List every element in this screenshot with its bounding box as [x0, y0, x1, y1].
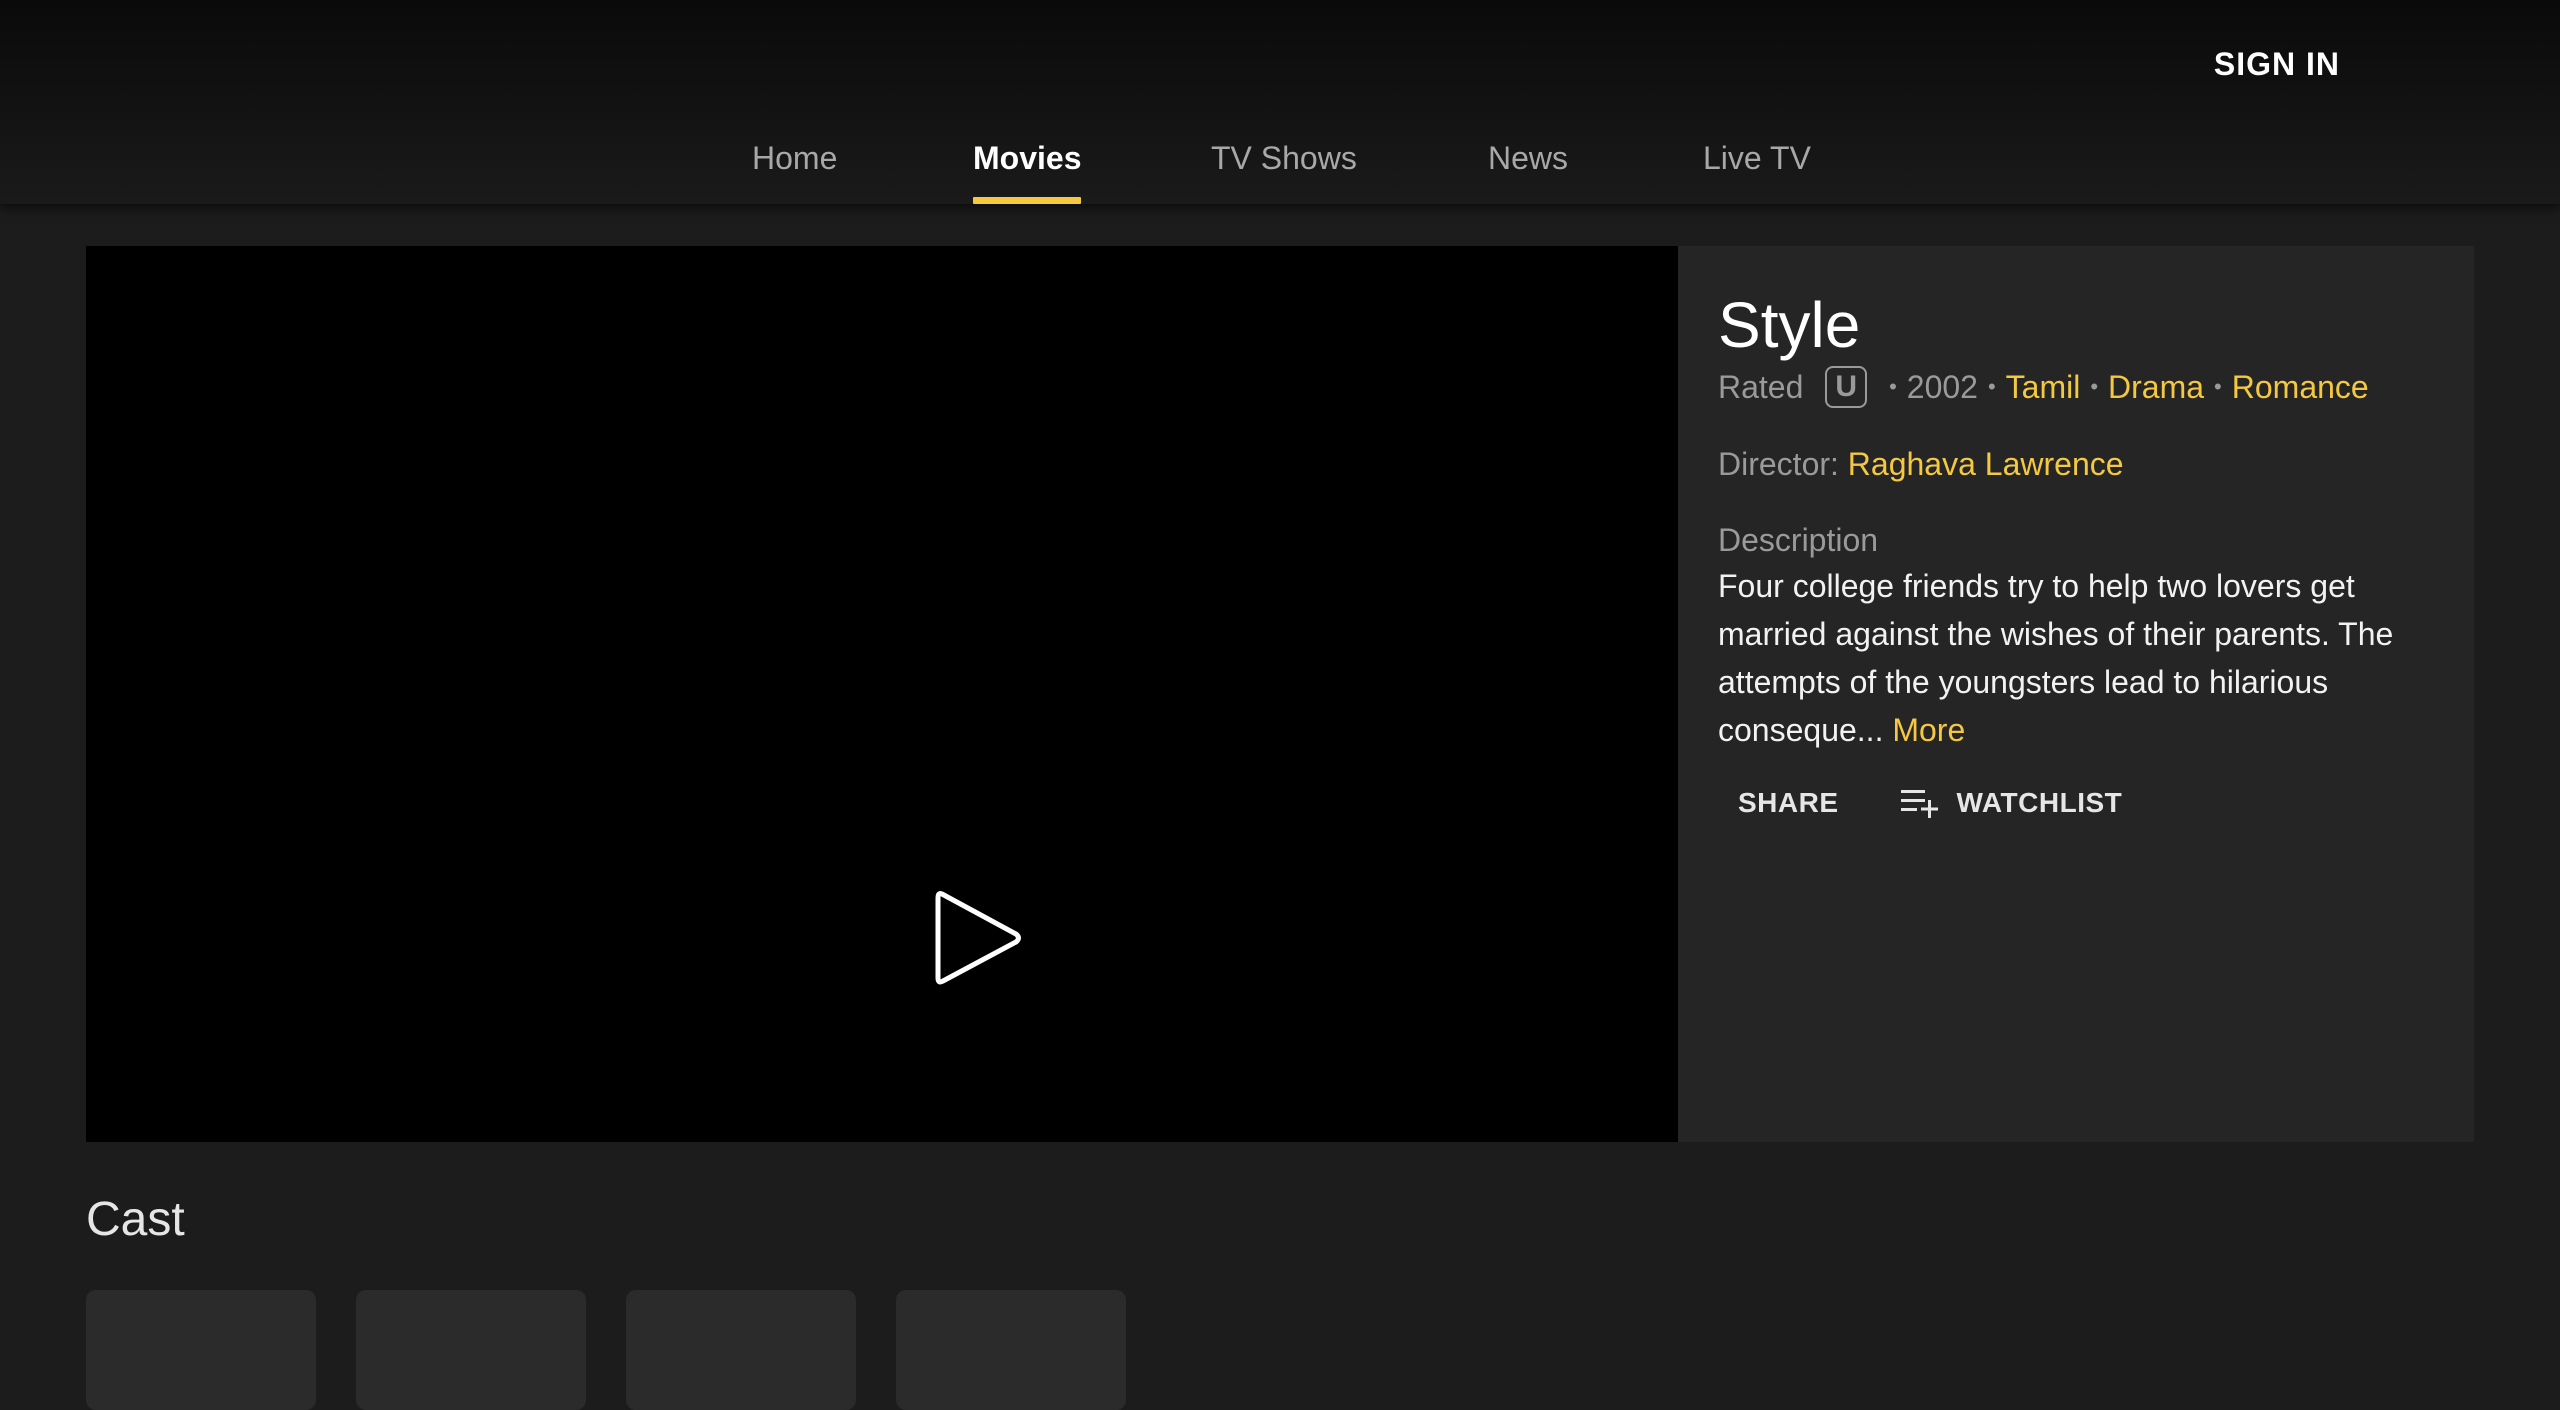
movie-details-panel: Style Rated U • 2002 • Tamil • Drama • R… — [1678, 246, 2474, 1142]
director-link[interactable]: Raghava Lawrence — [1848, 446, 2124, 482]
release-year: 2002 — [1906, 368, 1978, 405]
active-tab-indicator — [973, 197, 1082, 204]
genre-link-romance[interactable]: Romance — [2232, 369, 2369, 406]
playlist-add-icon — [1900, 790, 1938, 818]
nav-tab-label: News — [1488, 140, 1569, 176]
video-player[interactable] — [86, 246, 1678, 1142]
nav-tab-movies[interactable]: Movies — [973, 140, 1082, 204]
nav-tab-news[interactable]: News — [1488, 140, 1568, 204]
watchlist-label: WATCHLIST — [1956, 787, 2123, 818]
cast-heading: Cast — [86, 1193, 185, 1246]
genre-link-drama[interactable]: Drama — [2108, 369, 2204, 406]
nav-tab-label: Movies — [973, 140, 1082, 176]
description-label: Description — [1718, 522, 1879, 558]
description-text: Four college friends try to help two lov… — [1718, 562, 2418, 754]
language-link[interactable]: Tamil — [2006, 369, 2081, 406]
separator-dot: • — [1889, 374, 1897, 399]
rated-label: Rated — [1718, 368, 1804, 405]
separator-dot: • — [2090, 374, 2099, 399]
movie-meta: Rated U • 2002 • Tamil • Drama • Romance — [1718, 366, 2369, 408]
cast-card[interactable] — [896, 1290, 1126, 1410]
share-button[interactable]: SHARE — [1718, 787, 1859, 819]
more-link[interactable]: More — [1892, 712, 1965, 748]
nav-tab-home[interactable]: Home — [752, 140, 837, 204]
rating-badge: U — [1825, 366, 1868, 408]
sign-in-button[interactable]: SIGN IN — [2214, 46, 2340, 83]
nav-tab-label: Live TV — [1703, 140, 1811, 176]
action-bar: SHARE WATCHLIST — [1718, 786, 2122, 820]
main-nav: Home Movies TV Shows News Live TV — [0, 134, 2560, 204]
description-body: Four college friends try to help two lov… — [1718, 568, 2394, 748]
play-icon[interactable] — [932, 886, 1024, 990]
director-row: Director: Raghava Lawrence — [1718, 446, 2124, 483]
separator-dot: • — [2214, 374, 2222, 399]
separator-dot: • — [1987, 374, 1996, 399]
cast-card[interactable] — [86, 1290, 316, 1410]
nav-tab-tv-shows[interactable]: TV Shows — [1211, 140, 1357, 204]
director-label: Director: — [1718, 446, 1839, 482]
nav-tab-label: Home — [752, 140, 838, 176]
nav-tab-live-tv[interactable]: Live TV — [1703, 140, 1811, 204]
movie-title: Style — [1718, 289, 1861, 361]
nav-tab-label: TV Shows — [1211, 140, 1357, 176]
cast-card[interactable] — [356, 1290, 586, 1410]
watchlist-button[interactable]: WATCHLIST — [1899, 786, 2123, 820]
top-header: SIGN IN Home Movies TV Shows News Live T… — [0, 0, 2560, 204]
cast-card[interactable] — [626, 1290, 856, 1410]
